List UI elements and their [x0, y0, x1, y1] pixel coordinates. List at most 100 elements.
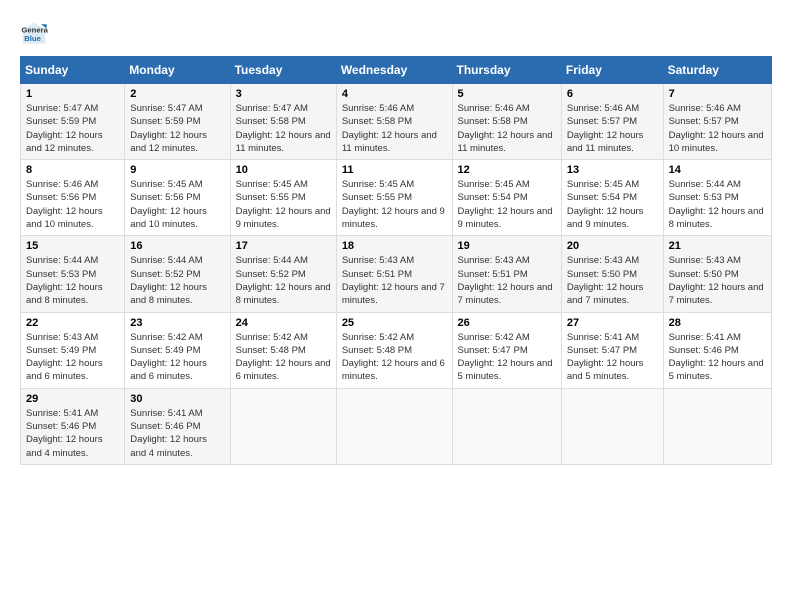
- calendar-cell: 15 Sunrise: 5:44 AM Sunset: 5:53 PM Dayl…: [21, 236, 125, 312]
- day-info: Sunrise: 5:47 AM Sunset: 5:58 PM Dayligh…: [236, 102, 331, 155]
- weekday-header-saturday: Saturday: [663, 57, 771, 84]
- day-number: 7: [669, 88, 766, 100]
- day-number: 20: [567, 240, 658, 252]
- day-number: 19: [458, 240, 556, 252]
- calendar-cell: 7 Sunrise: 5:46 AM Sunset: 5:57 PM Dayli…: [663, 84, 771, 160]
- day-info: Sunrise: 5:44 AM Sunset: 5:53 PM Dayligh…: [26, 254, 119, 307]
- calendar-cell: 21 Sunrise: 5:43 AM Sunset: 5:50 PM Dayl…: [663, 236, 771, 312]
- calendar-cell: 17 Sunrise: 5:44 AM Sunset: 5:52 PM Dayl…: [230, 236, 336, 312]
- calendar-cell: 11 Sunrise: 5:45 AM Sunset: 5:55 PM Dayl…: [336, 160, 452, 236]
- day-info: Sunrise: 5:42 AM Sunset: 5:49 PM Dayligh…: [130, 331, 224, 384]
- day-info: Sunrise: 5:41 AM Sunset: 5:47 PM Dayligh…: [567, 331, 658, 384]
- day-info: Sunrise: 5:46 AM Sunset: 5:57 PM Dayligh…: [669, 102, 766, 155]
- calendar-cell: [663, 388, 771, 464]
- day-info: Sunrise: 5:47 AM Sunset: 5:59 PM Dayligh…: [130, 102, 224, 155]
- calendar-cell: [230, 388, 336, 464]
- day-number: 6: [567, 88, 658, 100]
- day-number: 5: [458, 88, 556, 100]
- calendar-header: SundayMondayTuesdayWednesdayThursdayFrid…: [21, 57, 772, 84]
- calendar-cell: 18 Sunrise: 5:43 AM Sunset: 5:51 PM Dayl…: [336, 236, 452, 312]
- day-info: Sunrise: 5:46 AM Sunset: 5:56 PM Dayligh…: [26, 178, 119, 231]
- day-number: 30: [130, 393, 224, 405]
- calendar-week-3: 15 Sunrise: 5:44 AM Sunset: 5:53 PM Dayl…: [21, 236, 772, 312]
- weekday-header-wednesday: Wednesday: [336, 57, 452, 84]
- calendar-cell: 23 Sunrise: 5:42 AM Sunset: 5:49 PM Dayl…: [125, 312, 230, 388]
- day-number: 26: [458, 317, 556, 329]
- day-info: Sunrise: 5:43 AM Sunset: 5:51 PM Dayligh…: [458, 254, 556, 307]
- calendar-cell: 30 Sunrise: 5:41 AM Sunset: 5:46 PM Dayl…: [125, 388, 230, 464]
- calendar-cell: 27 Sunrise: 5:41 AM Sunset: 5:47 PM Dayl…: [561, 312, 663, 388]
- calendar-cell: 19 Sunrise: 5:43 AM Sunset: 5:51 PM Dayl…: [452, 236, 561, 312]
- day-info: Sunrise: 5:43 AM Sunset: 5:50 PM Dayligh…: [567, 254, 658, 307]
- calendar-cell: 2 Sunrise: 5:47 AM Sunset: 5:59 PM Dayli…: [125, 84, 230, 160]
- day-number: 13: [567, 164, 658, 176]
- day-number: 25: [342, 317, 447, 329]
- day-info: Sunrise: 5:46 AM Sunset: 5:57 PM Dayligh…: [567, 102, 658, 155]
- day-info: Sunrise: 5:45 AM Sunset: 5:56 PM Dayligh…: [130, 178, 224, 231]
- day-number: 3: [236, 88, 331, 100]
- day-number: 18: [342, 240, 447, 252]
- calendar-cell: 6 Sunrise: 5:46 AM Sunset: 5:57 PM Dayli…: [561, 84, 663, 160]
- day-number: 15: [26, 240, 119, 252]
- day-number: 16: [130, 240, 224, 252]
- day-number: 28: [669, 317, 766, 329]
- logo-icon: General Blue: [20, 20, 48, 48]
- svg-text:General: General: [21, 26, 48, 35]
- day-info: Sunrise: 5:44 AM Sunset: 5:53 PM Dayligh…: [669, 178, 766, 231]
- day-number: 9: [130, 164, 224, 176]
- day-info: Sunrise: 5:45 AM Sunset: 5:54 PM Dayligh…: [567, 178, 658, 231]
- day-number: 22: [26, 317, 119, 329]
- calendar-cell: [452, 388, 561, 464]
- day-info: Sunrise: 5:45 AM Sunset: 5:55 PM Dayligh…: [342, 178, 447, 231]
- day-number: 2: [130, 88, 224, 100]
- calendar-cell: 4 Sunrise: 5:46 AM Sunset: 5:58 PM Dayli…: [336, 84, 452, 160]
- calendar-cell: 16 Sunrise: 5:44 AM Sunset: 5:52 PM Dayl…: [125, 236, 230, 312]
- day-info: Sunrise: 5:44 AM Sunset: 5:52 PM Dayligh…: [236, 254, 331, 307]
- calendar-cell: 29 Sunrise: 5:41 AM Sunset: 5:46 PM Dayl…: [21, 388, 125, 464]
- calendar-cell: 28 Sunrise: 5:41 AM Sunset: 5:46 PM Dayl…: [663, 312, 771, 388]
- day-number: 14: [669, 164, 766, 176]
- calendar-cell: 5 Sunrise: 5:46 AM Sunset: 5:58 PM Dayli…: [452, 84, 561, 160]
- calendar-table: SundayMondayTuesdayWednesdayThursdayFrid…: [20, 56, 772, 465]
- calendar-cell: [336, 388, 452, 464]
- day-info: Sunrise: 5:44 AM Sunset: 5:52 PM Dayligh…: [130, 254, 224, 307]
- weekday-header-friday: Friday: [561, 57, 663, 84]
- day-info: Sunrise: 5:42 AM Sunset: 5:48 PM Dayligh…: [342, 331, 447, 384]
- day-info: Sunrise: 5:46 AM Sunset: 5:58 PM Dayligh…: [342, 102, 447, 155]
- calendar-cell: 8 Sunrise: 5:46 AM Sunset: 5:56 PM Dayli…: [21, 160, 125, 236]
- svg-text:Blue: Blue: [24, 34, 41, 43]
- day-number: 12: [458, 164, 556, 176]
- calendar-cell: 26 Sunrise: 5:42 AM Sunset: 5:47 PM Dayl…: [452, 312, 561, 388]
- weekday-header-monday: Monday: [125, 57, 230, 84]
- day-number: 11: [342, 164, 447, 176]
- day-info: Sunrise: 5:45 AM Sunset: 5:54 PM Dayligh…: [458, 178, 556, 231]
- calendar-cell: 14 Sunrise: 5:44 AM Sunset: 5:53 PM Dayl…: [663, 160, 771, 236]
- day-info: Sunrise: 5:42 AM Sunset: 5:47 PM Dayligh…: [458, 331, 556, 384]
- calendar-cell: 13 Sunrise: 5:45 AM Sunset: 5:54 PM Dayl…: [561, 160, 663, 236]
- calendar-week-4: 22 Sunrise: 5:43 AM Sunset: 5:49 PM Dayl…: [21, 312, 772, 388]
- day-number: 17: [236, 240, 331, 252]
- day-info: Sunrise: 5:47 AM Sunset: 5:59 PM Dayligh…: [26, 102, 119, 155]
- day-info: Sunrise: 5:43 AM Sunset: 5:50 PM Dayligh…: [669, 254, 766, 307]
- day-info: Sunrise: 5:43 AM Sunset: 5:51 PM Dayligh…: [342, 254, 447, 307]
- calendar-week-5: 29 Sunrise: 5:41 AM Sunset: 5:46 PM Dayl…: [21, 388, 772, 464]
- calendar-cell: 24 Sunrise: 5:42 AM Sunset: 5:48 PM Dayl…: [230, 312, 336, 388]
- calendar-cell: 25 Sunrise: 5:42 AM Sunset: 5:48 PM Dayl…: [336, 312, 452, 388]
- calendar-cell: 12 Sunrise: 5:45 AM Sunset: 5:54 PM Dayl…: [452, 160, 561, 236]
- day-info: Sunrise: 5:42 AM Sunset: 5:48 PM Dayligh…: [236, 331, 331, 384]
- day-info: Sunrise: 5:46 AM Sunset: 5:58 PM Dayligh…: [458, 102, 556, 155]
- day-info: Sunrise: 5:41 AM Sunset: 5:46 PM Dayligh…: [130, 407, 224, 460]
- calendar-cell: 1 Sunrise: 5:47 AM Sunset: 5:59 PM Dayli…: [21, 84, 125, 160]
- logo: General Blue: [20, 20, 52, 48]
- day-info: Sunrise: 5:43 AM Sunset: 5:49 PM Dayligh…: [26, 331, 119, 384]
- day-info: Sunrise: 5:45 AM Sunset: 5:55 PM Dayligh…: [236, 178, 331, 231]
- day-number: 27: [567, 317, 658, 329]
- calendar-week-1: 1 Sunrise: 5:47 AM Sunset: 5:59 PM Dayli…: [21, 84, 772, 160]
- calendar-cell: 20 Sunrise: 5:43 AM Sunset: 5:50 PM Dayl…: [561, 236, 663, 312]
- day-number: 8: [26, 164, 119, 176]
- calendar-cell: [561, 388, 663, 464]
- day-number: 29: [26, 393, 119, 405]
- day-number: 24: [236, 317, 331, 329]
- weekday-header-thursday: Thursday: [452, 57, 561, 84]
- day-number: 4: [342, 88, 447, 100]
